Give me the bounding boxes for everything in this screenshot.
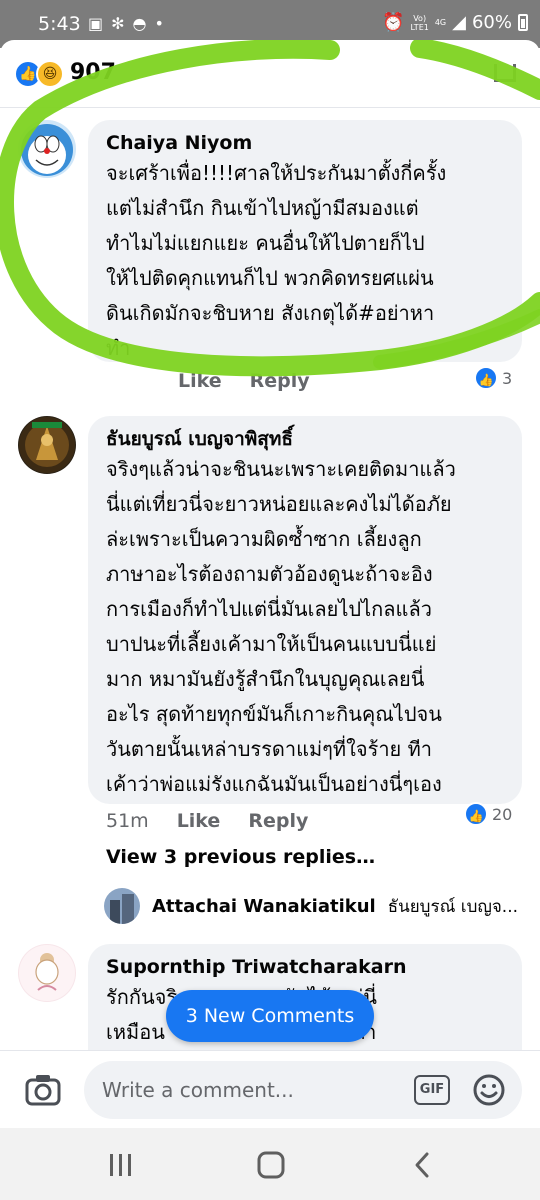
like-icon: 👍	[474, 366, 498, 390]
reply-avatar	[104, 888, 140, 924]
avatar[interactable]	[18, 416, 76, 474]
share-icon[interactable]	[494, 64, 516, 82]
like-button[interactable]: Like	[178, 370, 222, 392]
comment-bubble: ธันยบูรณ์ เบญจาพิสุทธิ์ จริงๆแล้วน่าจะชิ…	[88, 416, 522, 804]
battery-icon	[518, 14, 528, 31]
signal-icon: ◢	[452, 12, 466, 33]
system-nav-bar	[0, 1128, 540, 1200]
network-indicator: Vo) LTE1	[410, 14, 428, 32]
reply-button[interactable]: Reply	[248, 810, 308, 832]
comment-input[interactable]	[102, 1078, 402, 1102]
amulet-avatar-icon	[19, 417, 75, 473]
gif-button[interactable]: GIF	[414, 1075, 450, 1105]
status-time: 5:43	[38, 13, 81, 35]
alarm-icon: ⏰	[382, 12, 405, 33]
comment-reaction-count: 20	[492, 804, 513, 824]
emoji-icon[interactable]	[472, 1073, 506, 1107]
latest-reply[interactable]: Attachai Wanakiatikul ธันยบูรณ์ เบญจ...	[104, 888, 518, 924]
reply-snippet: ธันยบูรณ์ เบญจ...	[387, 896, 519, 917]
comments-sheet: 👍 😆 907 Chaiya Niyom จะเศร้าเพื่อ!!!!ศาล…	[0, 40, 540, 1050]
comment-actions: 51m Like Reply	[106, 810, 308, 832]
comment-time[interactable]: 51m	[106, 810, 149, 832]
home-icon[interactable]	[256, 1150, 286, 1180]
comment-author[interactable]: Supornthip Triwatcharakarn	[106, 954, 508, 980]
avatar[interactable]	[18, 120, 76, 178]
battery-percent: 60%	[471, 12, 512, 33]
camera-icon[interactable]	[24, 1071, 62, 1109]
status-right: ⏰ Vo) LTE1 4G ◢ 60%	[382, 12, 528, 33]
like-icon: 👍	[464, 802, 488, 826]
reaction-summary[interactable]: 👍 😆 907	[0, 40, 540, 108]
doraemon-avatar-icon	[21, 124, 73, 176]
haha-icon: 😆	[36, 60, 64, 88]
network-bottom-label: LTE1	[410, 22, 429, 32]
view-previous-replies-link[interactable]: View 3 previous replies…	[106, 846, 375, 868]
comment-reaction-count: 3	[502, 368, 513, 388]
comment-actions: Like Reply	[178, 370, 310, 392]
comment-bubble: Chaiya Niyom จะเศร้าเพื่อ!!!!ศาลให้ประกั…	[88, 120, 522, 362]
reply-author[interactable]: Attachai Wanakiatikul	[152, 896, 376, 917]
girl-sketch-avatar-icon	[19, 945, 75, 1001]
comment-box: GIF	[84, 1061, 522, 1119]
new-comments-button[interactable]: 3 New Comments	[166, 990, 374, 1042]
comment-reactions[interactable]: 👍 20	[464, 802, 512, 826]
avatar[interactable]	[18, 944, 76, 1002]
comment-composer: GIF	[0, 1050, 540, 1128]
comment-author[interactable]: ธันยบูรณ์ เบญจาพิสุทธิ์	[106, 426, 508, 452]
back-icon[interactable]	[408, 1150, 438, 1180]
comment-author[interactable]: Chaiya Niyom	[106, 130, 508, 156]
reaction-count: 907	[70, 60, 116, 85]
network-top-label: Vo)	[413, 13, 427, 23]
building-avatar-icon	[104, 888, 140, 924]
network-gen-label: 4G	[434, 18, 447, 27]
like-button[interactable]: Like	[177, 810, 221, 832]
reply-button[interactable]: Reply	[250, 370, 310, 392]
recent-apps-icon[interactable]	[106, 1150, 136, 1180]
comment-text: จะเศร้าเพื่อ!!!!ศาลให้ประกันมาตั้งกี่ครั…	[106, 161, 447, 360]
comment-text: จริงๆแล้วน่าจะชินนะเพราะเคยติดมาแล้ว นี่…	[106, 457, 456, 796]
notification-icons: ▣✻◓•	[88, 14, 172, 33]
comment-reactions[interactable]: 👍 3	[474, 366, 512, 390]
